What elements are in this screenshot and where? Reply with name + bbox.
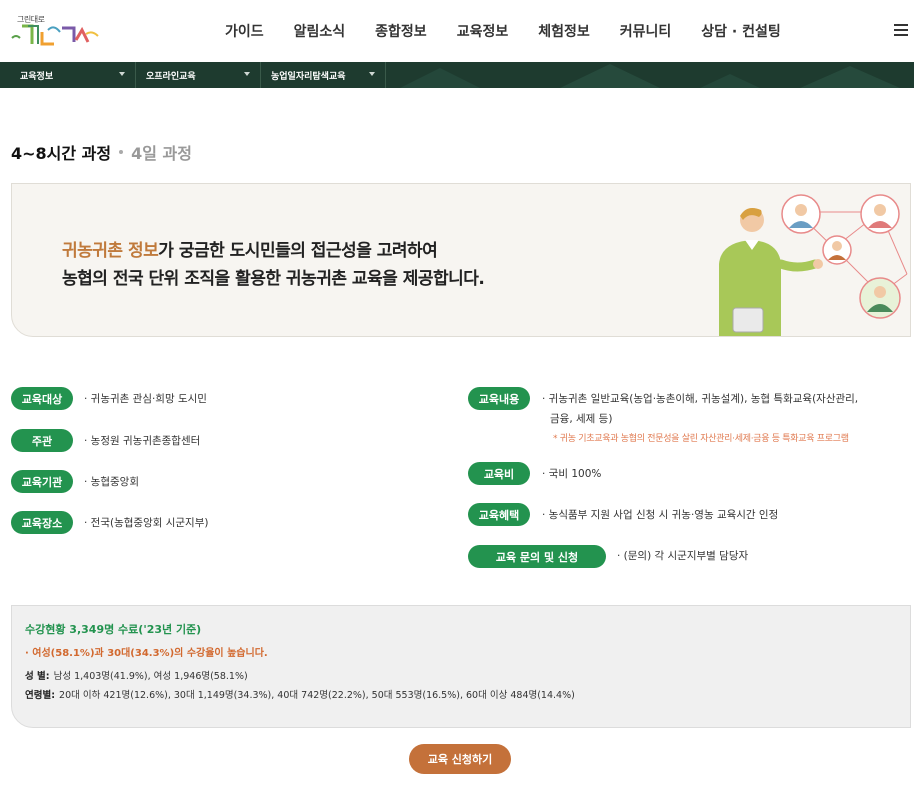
chevron-down-icon — [369, 72, 375, 76]
nav-item-education[interactable]: 교육정보 — [457, 21, 509, 41]
value-organizer: · 농정원 귀농귀촌종합센터 — [84, 435, 201, 447]
stats-age-label: 연령별: — [25, 690, 56, 701]
intro-line-1: 귀농귀촌 정보가 궁금한 도시민들의 접근성을 고려하여 — [62, 236, 438, 261]
value-benefit: · 농식품부 지원 사업 신청 시 귀농·영농 교육시간 인정 — [542, 509, 779, 521]
value-content-line1: · 귀농귀촌 일반교육(농업·농촌이해, 귀농설계), 농협 특화교육(자산관리… — [542, 393, 859, 405]
chevron-down-icon — [119, 72, 125, 76]
value-location: · 전국(농협중앙회 시군지부) — [84, 517, 209, 529]
label-institution: 교육기관 — [11, 470, 73, 493]
tab-short-course-label: 4~8시간 과정 — [11, 144, 112, 163]
nav-item-consulting[interactable]: 상담 · 컨설팅 — [701, 21, 780, 41]
value-content-note: * 귀농 기초교육과 농협의 전문성을 살린 자산관리·세제·금융 등 특화교육… — [553, 434, 849, 444]
tab-separator-dot — [119, 150, 124, 154]
breadcrumb-depth1[interactable]: 교육정보 — [10, 62, 136, 88]
intro-accent-text: 귀농귀촌 정보 — [62, 241, 159, 261]
label-organizer: 주관 — [11, 429, 73, 452]
label-benefit: 교육혜택 — [468, 503, 530, 526]
intro-line-2: 농협의 전국 단위 조직을 활용한 귀농귀촌 교육을 제공합니다. — [62, 269, 485, 289]
value-content-line2: 금융, 세제 등) — [550, 413, 613, 425]
value-fee: · 국비 100% — [542, 468, 602, 480]
label-location: 교육장소 — [11, 511, 73, 534]
stats-gender-value: 남성 1,403명(41.9%), 여성 1,946명(58.1%) — [53, 671, 248, 682]
logo-small-text: 그린대로 — [17, 15, 45, 24]
main-nav: 가이드 알림소식 종합정보 교육정보 체험정보 커뮤니티 상담 · 컨설팅 — [210, 0, 796, 62]
value-target: · 귀농귀촌 관심·희망 도시민 — [84, 393, 207, 405]
stats-age-value: 20대 이하 421명(12.6%), 30대 1,149명(34.3%), 4… — [59, 690, 575, 701]
nav-item-community[interactable]: 커뮤니티 — [620, 21, 672, 41]
value-institution: · 농협중앙회 — [84, 476, 139, 488]
breadcrumb-depth1-label: 교육정보 — [20, 71, 54, 82]
label-target: 교육대상 — [11, 387, 73, 410]
nav-item-info[interactable]: 종합정보 — [375, 21, 427, 41]
chevron-down-icon — [244, 72, 250, 76]
label-inquiry: 교육 문의 및 신청 — [468, 545, 606, 568]
stats-highlight: · 여성(58.1%)과 30대(34.3%)의 수강율이 높습니다. — [25, 648, 268, 659]
site-header: 그린대로 가이드 알림소식 종합정보 교육정보 체험정보 커뮤니티 상담 · 컨… — [0, 0, 914, 62]
label-fee: 교육비 — [468, 462, 530, 485]
course-tabs: 4~8시간 과정 4일 과정 — [11, 140, 192, 164]
intro-line-1-rest: 가 궁금한 도시민들의 접근성을 고려하여 — [158, 241, 438, 261]
stats-gender-label: 성 별: — [25, 671, 50, 682]
breadcrumb-depth3[interactable]: 농업일자리탐색교육 — [261, 62, 386, 88]
intro-banner: 귀농귀촌 정보가 궁금한 도시민들의 접근성을 고려하여 농협의 전국 단위 조… — [11, 183, 911, 337]
stats-title: 수강현황 3,349명 수료('23년 기준) — [25, 623, 202, 636]
stats-age-row: 연령별: 20대 이하 421명(12.6%), 30대 1,149명(34.3%… — [25, 687, 575, 701]
nav-item-news[interactable]: 알림소식 — [294, 21, 346, 41]
apply-education-button[interactable]: 교육 신청하기 — [409, 744, 511, 774]
breadcrumb-depth2[interactable]: 오프라인교육 — [136, 62, 261, 88]
stats-gender-row: 성 별: 남성 1,403명(41.9%), 여성 1,946명(58.1%) — [25, 668, 248, 682]
nav-item-guide[interactable]: 가이드 — [225, 21, 264, 41]
breadcrumb-depth3-label: 농업일자리탐색교육 — [271, 71, 346, 82]
tab-four-day-course[interactable]: 4일 과정 — [131, 140, 192, 164]
tab-short-course[interactable]: 4~8시간 과정 — [11, 140, 112, 164]
farmer-network-illustration — [719, 194, 908, 336]
nav-item-experience[interactable]: 체험정보 — [538, 21, 590, 41]
breadcrumb-bar: 교육정보 오프라인교육 농업일자리탐색교육 — [0, 62, 914, 88]
breadcrumb-depth2-label: 오프라인교육 — [146, 71, 196, 82]
enrollment-stats-box: 수강현황 3,349명 수료('23년 기준) · 여성(58.1%)과 30대… — [11, 605, 911, 728]
value-inquiry: · (문의) 각 시군지부별 담당자 — [617, 550, 749, 562]
label-content: 교육내용 — [468, 387, 530, 410]
site-logo[interactable]: 그린대로 — [10, 14, 100, 50]
hamburger-menu-icon[interactable] — [894, 24, 908, 36]
